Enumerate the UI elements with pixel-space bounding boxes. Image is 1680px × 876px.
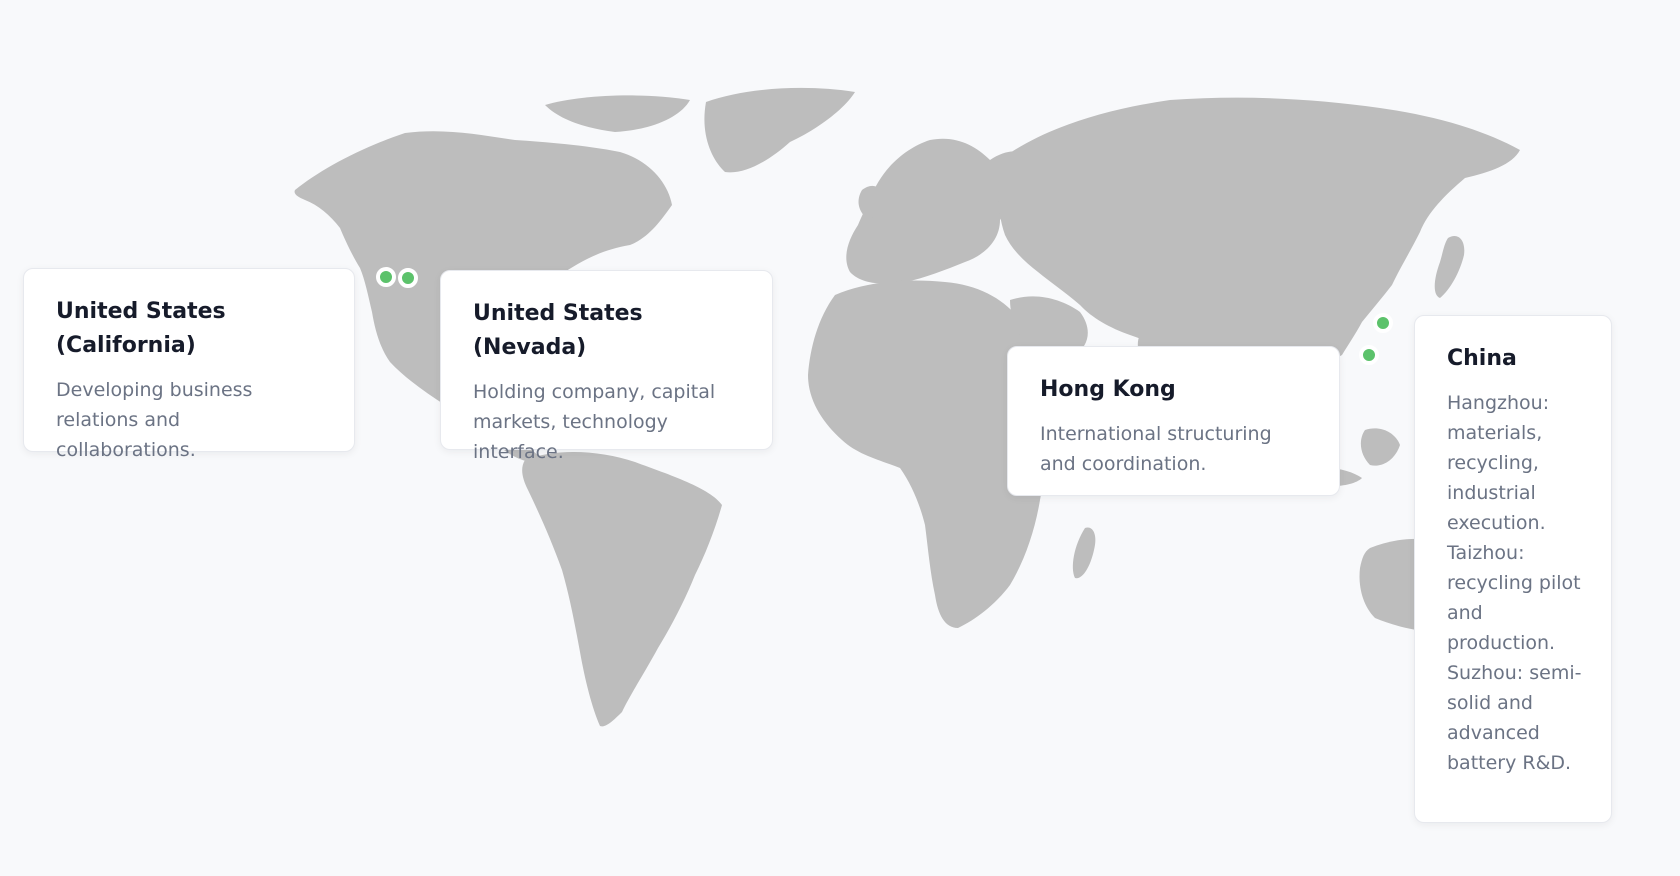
location-card-hong-kong: Hong Kong International structuring and … [1007, 346, 1340, 496]
location-description: Holding company, capital markets, techno… [473, 381, 716, 463]
location-card-nevada: United States (Nevada) Holding company, … [440, 270, 773, 463]
marker-california[interactable] [376, 267, 396, 287]
location-description: Developing business relations and collab… [56, 379, 253, 461]
marker-hong-kong[interactable] [1359, 345, 1379, 365]
location-title: United States (Nevada) [473, 301, 643, 360]
location-description: International structuring and coordinati… [1040, 423, 1272, 475]
landmass-arctic-islands [545, 95, 690, 132]
marker-china[interactable] [1373, 313, 1393, 333]
landmass-south-america [522, 451, 722, 727]
landmass-madagascar [1072, 527, 1096, 579]
location-description: Hangzhou: materials, recycling, industri… [1447, 392, 1582, 774]
landmass-greenland [704, 87, 855, 173]
location-card-china: China Hangzhou: materials, recycling, in… [1414, 315, 1612, 823]
landmass-borneo [1360, 428, 1400, 466]
landmass-japan [1434, 235, 1465, 298]
location-card-california: United States (California) Developing bu… [23, 268, 355, 461]
location-title: Hong Kong [1040, 377, 1176, 402]
world-map-section: United States (California) Developing bu… [0, 0, 1680, 876]
location-title: United States (California) [56, 299, 226, 358]
location-title: China [1447, 346, 1517, 371]
marker-nevada[interactable] [398, 268, 418, 288]
